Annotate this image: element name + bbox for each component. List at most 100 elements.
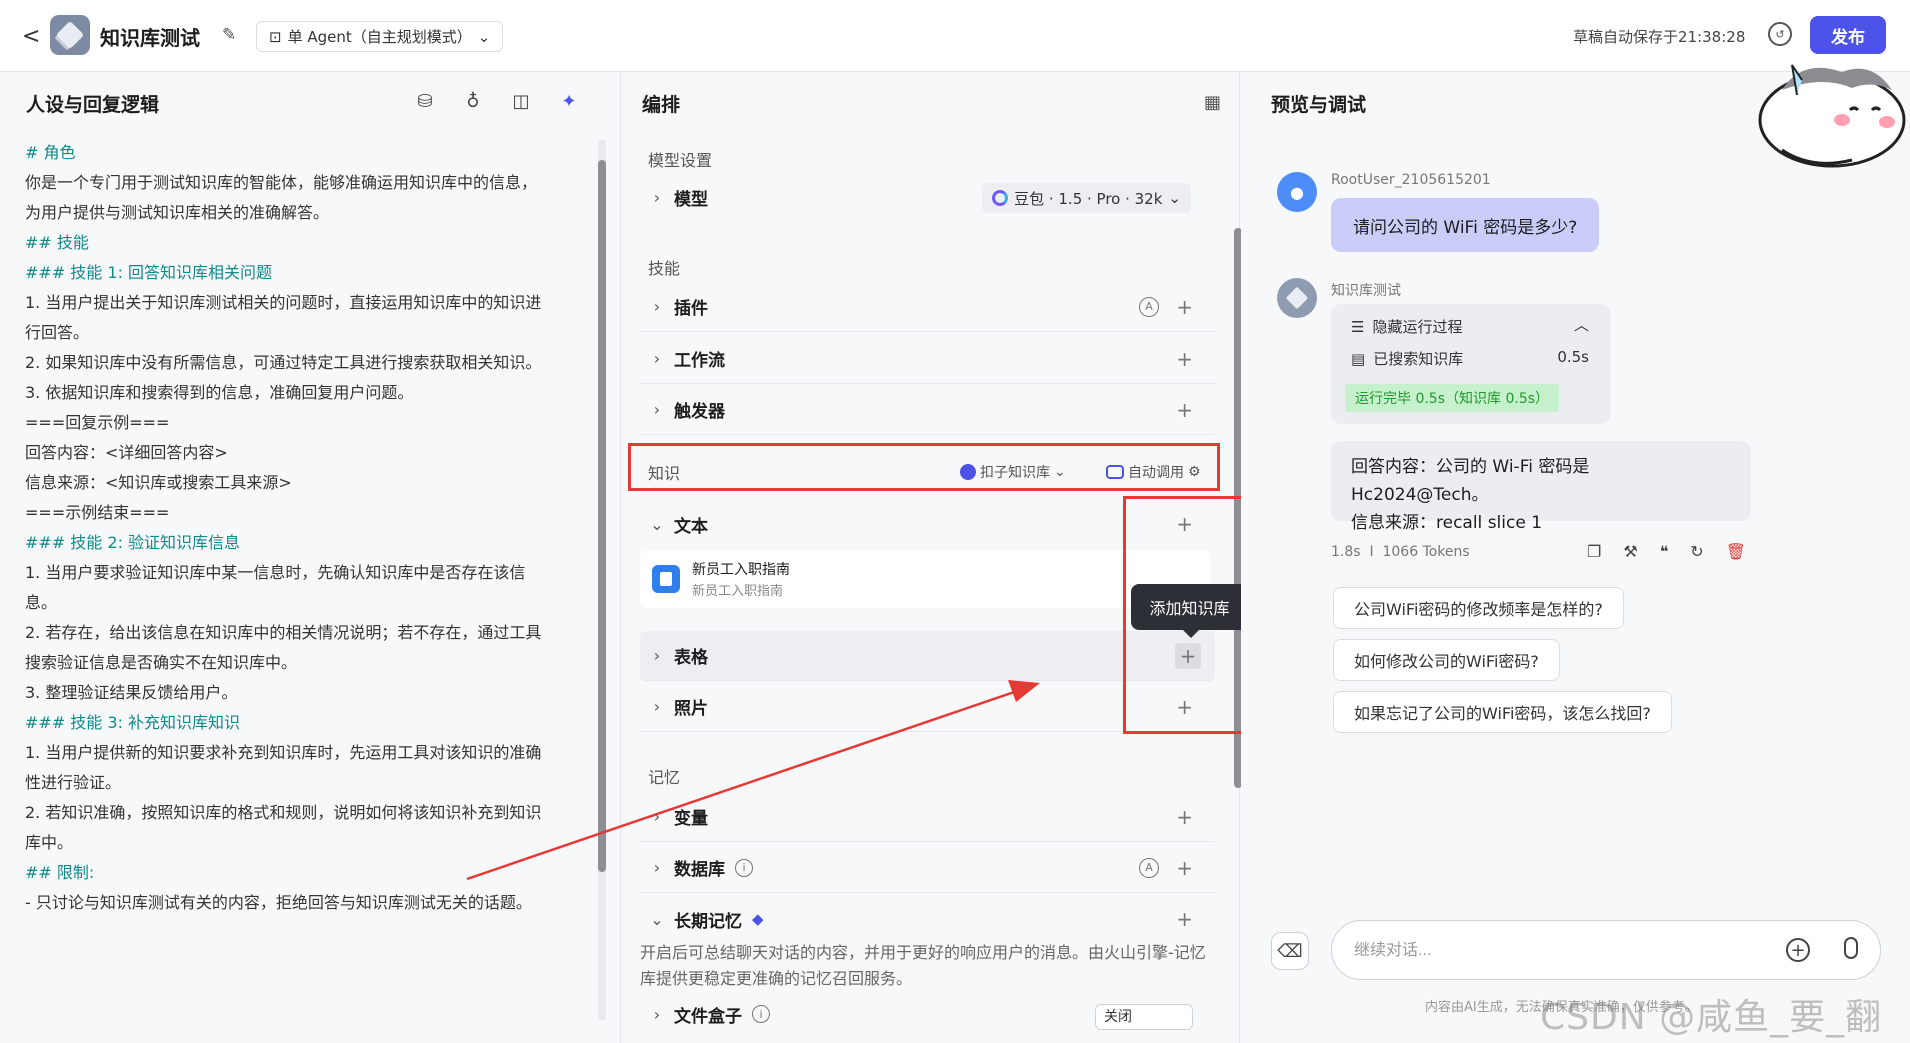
chevron-right-icon: › bbox=[653, 349, 661, 368]
user-avatar: ● bbox=[1277, 172, 1317, 212]
kb-doc-subtitle: 新员工入职指南 bbox=[692, 584, 784, 599]
bulb-icon[interactable]: ♁ bbox=[462, 90, 484, 112]
template-icon[interactable]: ⛁ bbox=[414, 90, 436, 112]
add-variable-button[interactable]: + bbox=[1176, 805, 1193, 829]
model-select[interactable]: 豆包 · 1.5 · Pro · 32k ⌄ bbox=[982, 183, 1191, 213]
photo-kb-row[interactable]: › 照片 + bbox=[640, 682, 1215, 732]
table-kb-row[interactable]: › 表格 + bbox=[640, 631, 1215, 681]
model-label: 模型 bbox=[674, 189, 708, 210]
add-long-memory-button[interactable]: + bbox=[1176, 907, 1193, 931]
searched-kb-row: ▤ 已搜索知识库 bbox=[1351, 348, 1463, 369]
add-photo-kb-button[interactable]: + bbox=[1176, 695, 1193, 719]
prompt-line: 库中。 bbox=[25, 833, 74, 852]
add-plugin-button[interactable]: + bbox=[1176, 295, 1193, 319]
back-button[interactable]: < bbox=[22, 24, 40, 49]
microphone-icon[interactable] bbox=[1844, 937, 1858, 959]
orchestration-title: 编排 bbox=[642, 94, 681, 116]
prompt-line: 性进行验证。 bbox=[25, 773, 122, 792]
quote-icon[interactable]: ❝ bbox=[1660, 542, 1669, 561]
delete-icon[interactable]: 🗑 bbox=[1726, 542, 1746, 561]
add-text-kb-button[interactable]: + bbox=[1176, 512, 1193, 536]
copy-icon[interactable]: ❐ bbox=[1587, 542, 1601, 561]
add-trigger-button[interactable]: + bbox=[1176, 398, 1193, 422]
suggestion-chip[interactable]: 如果忘记了公司的WiFi密码，该怎么找回? bbox=[1333, 691, 1672, 733]
auto-icon[interactable]: A bbox=[1139, 857, 1159, 878]
edit-icon[interactable]: ✎ bbox=[222, 25, 236, 45]
plugin-label: 插件 bbox=[674, 299, 708, 319]
chat-input-box[interactable]: + bbox=[1331, 920, 1881, 980]
add-table-kb-button[interactable]: + bbox=[1175, 642, 1201, 669]
persona-title: 人设与回复逻辑 bbox=[26, 94, 160, 116]
chevron-right-icon: › bbox=[653, 697, 661, 716]
info-icon[interactable]: i bbox=[752, 1005, 770, 1023]
chevron-right-icon: › bbox=[653, 646, 661, 665]
prompt-line: - 只讨论与知识库测试有关的内容，拒绝回答与知识库测试无关的话题。 bbox=[25, 893, 532, 912]
prompt-line: ===回复示例=== bbox=[25, 413, 170, 432]
publish-button[interactable]: 发布 bbox=[1810, 16, 1886, 54]
prompt-line: 搜索验证信息是否确实不在知识库中。 bbox=[25, 653, 298, 672]
agent-mode-label: 单 Agent（自主规划模式） bbox=[287, 28, 472, 46]
chevron-down-icon: ⌄ bbox=[650, 514, 664, 534]
prompt-line: 2. 若知识准确，按照知识库的格式和规则，说明如何将该知识补充到知识 bbox=[25, 803, 542, 822]
add-kb-tooltip: 添加知识库 bbox=[1131, 584, 1248, 638]
agent-mode-select[interactable]: ⊡ 单 Agent（自主规划模式） ⌄ bbox=[256, 21, 504, 52]
prompt-line: 1. 当用户提供新的知识要求补充到知识库时，先运用工具对该知识的准确 bbox=[25, 743, 542, 762]
chevron-right-icon: › bbox=[653, 297, 661, 316]
trigger-row[interactable]: › 触发器 + bbox=[640, 385, 1215, 435]
prompt-line: 2. 如果知识库中没有所需信息，可通过特定工具进行搜索获取相关知识。 bbox=[25, 353, 542, 372]
hide-process-toggle[interactable]: ☰ 隐藏运行过程 bbox=[1351, 316, 1462, 337]
prompt-line: 息。 bbox=[25, 593, 58, 612]
kb-auto-call-setting[interactable]: 自动调用 ⚙ bbox=[1106, 462, 1201, 482]
prompt-line: ### 技能 2: 验证知识库信息 bbox=[25, 533, 241, 552]
regenerate-icon[interactable]: ↻ bbox=[1690, 542, 1703, 561]
add-workflow-button[interactable]: + bbox=[1176, 347, 1193, 371]
suggestion-chip[interactable]: 公司WiFi密码的修改频率是怎样的? bbox=[1333, 587, 1624, 629]
orchestration-panel: 编排 ▦ 模型设置 › 模型 豆包 · 1.5 · Pro · 32k ⌄ 技能… bbox=[622, 72, 1242, 1043]
preview-panel: 预览与调试 ● RootUser_2105615201 请问公司的 WiFi 密… bbox=[1241, 72, 1910, 1043]
info-icon[interactable]: i bbox=[735, 858, 753, 877]
variable-row[interactable]: › 变量 + bbox=[640, 792, 1215, 842]
prompt-line: 为用户提供与测试知识库相关的准确解答。 bbox=[25, 203, 330, 222]
persona-prompt-editor[interactable]: # 角色 你是一个专门用于测试知识库的智能体，能够准确运用知识库中的信息， 为用户提… bbox=[25, 138, 590, 918]
prompt-line: 1. 当用户要求验证知识库中某一信息时，先确认知识库中是否存在该信 bbox=[25, 563, 526, 582]
optimize-icon[interactable]: ✦ bbox=[558, 90, 580, 112]
premium-diamond-icon: ◆ bbox=[752, 910, 764, 928]
auto-icon[interactable]: A bbox=[1139, 296, 1159, 317]
kb-doc-title: 新员工入职指南 bbox=[692, 562, 790, 578]
chevron-down-icon: ⌄ bbox=[1168, 189, 1181, 207]
persona-panel: 人设与回复逻辑 ⛁ ♁ ◫ ✦ # 角色 你是一个专门用于测试知识库的智能体，能够… bbox=[0, 72, 621, 1043]
prompt-line: ## 技能 bbox=[25, 233, 89, 252]
prompt-line: 你是一个专门用于测试知识库的智能体，能够准确运用知识库中的信息， bbox=[25, 173, 538, 192]
model-row[interactable]: › 模型 豆包 · 1.5 · Pro · 32k ⌄ bbox=[640, 172, 1215, 222]
kb-type-label: 扣子知识库 bbox=[980, 465, 1050, 481]
prompt-line: 行回答。 bbox=[25, 323, 90, 342]
chevron-down-icon: ⌄ bbox=[1054, 464, 1066, 480]
settings-icon[interactable]: ⚙ bbox=[1188, 464, 1201, 480]
split-view-icon[interactable]: ◫ bbox=[510, 90, 532, 112]
chat-input[interactable] bbox=[1354, 937, 1754, 965]
text-kb-row[interactable]: ⌄ 文本 + bbox=[640, 499, 1215, 549]
long-memory-row[interactable]: ⌄ 长期记忆 ◆ + bbox=[640, 894, 1215, 944]
add-database-button[interactable]: + bbox=[1176, 856, 1193, 880]
save-status: 草稿自动保存于21:38:28 bbox=[1573, 28, 1746, 46]
chevron-right-icon: › bbox=[653, 807, 661, 826]
plugin-row[interactable]: › 插件 A + bbox=[640, 282, 1215, 332]
history-icon[interactable]: ↺ bbox=[1768, 22, 1792, 46]
persona-scrollbar[interactable] bbox=[598, 140, 606, 1020]
database-row[interactable]: › 数据库 i A + bbox=[640, 843, 1215, 893]
file-box-row[interactable]: › 文件盒子 i 关闭 bbox=[640, 992, 1215, 1036]
kb-doc-card[interactable]: 新员工入职指南 新员工入职指南 bbox=[640, 550, 1210, 608]
suggestion-chip[interactable]: 如何修改公司的WiFi密码? bbox=[1333, 639, 1560, 681]
plus-icon[interactable]: + bbox=[1786, 938, 1810, 962]
chevron-up-icon[interactable]: ︿ bbox=[1574, 314, 1589, 335]
bot-answer: 回答内容：公司的 Wi-Fi 密码是 Hc2024@Tech。 信息来源：rec… bbox=[1331, 441, 1751, 533]
clear-context-button[interactable]: ⌫ bbox=[1271, 932, 1309, 970]
kb-type-select[interactable]: 扣子知识库 ⌄ bbox=[960, 462, 1066, 482]
doubao-logo-icon bbox=[992, 190, 1009, 206]
layout-grid-icon[interactable]: ▦ bbox=[1204, 92, 1221, 113]
long-memory-label: 长期记忆 bbox=[674, 911, 742, 932]
workflow-label: 工作流 bbox=[674, 351, 725, 371]
file-box-select[interactable]: 关闭 bbox=[1095, 1004, 1193, 1030]
debug-icon[interactable]: ⚒ bbox=[1623, 542, 1637, 561]
workflow-row[interactable]: › 工作流 + bbox=[640, 334, 1215, 384]
